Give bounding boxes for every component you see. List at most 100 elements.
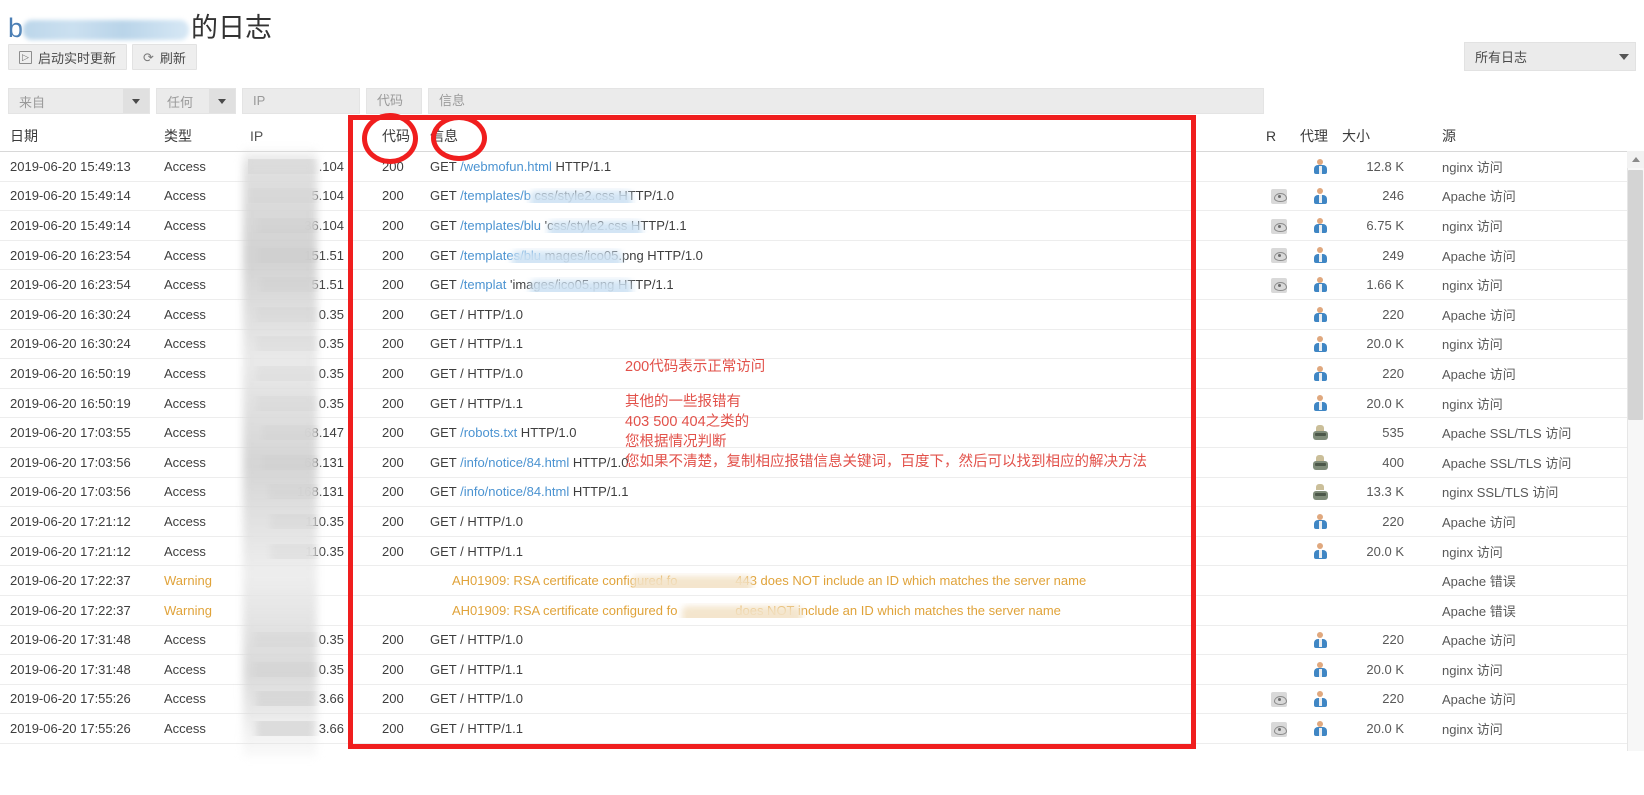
from-chevron-down-icon[interactable]	[123, 89, 149, 113]
cell-ip: 0.35	[248, 336, 348, 352]
cell-type: Access	[164, 691, 206, 707]
message-link[interactable]: /info/notice/84.html	[460, 484, 569, 499]
column-header-code[interactable]: 代码	[360, 126, 422, 146]
eye-icon[interactable]	[1271, 218, 1287, 234]
message-link[interactable]: /webmofun.html	[460, 159, 552, 174]
cell-size: 246	[1382, 188, 1404, 204]
cell-type: Access	[164, 306, 206, 322]
cell-message: GET /templat 'images/ico05.png HTTP/1.1	[422, 277, 1258, 293]
any-chevron-down-icon[interactable]	[209, 89, 235, 113]
table-row[interactable]: 2019-06-20 15:49:14 Access 36.104 200 GET /t…	[0, 211, 1644, 241]
message-link[interactable]: /info/notice/84.html	[460, 455, 569, 470]
cell-size: 220	[1382, 513, 1404, 529]
cell-date: 2019-06-20 17:03:56	[10, 454, 131, 470]
cell-agent	[1300, 691, 1340, 708]
cell-date: 2019-06-20 17:21:12	[10, 543, 131, 559]
column-header-agent[interactable]: 代理	[1300, 126, 1340, 146]
eye-icon[interactable]	[1271, 721, 1287, 737]
cell-type: Access	[164, 158, 206, 174]
column-header-date[interactable]: 日期	[0, 126, 164, 146]
cell-type: Access	[164, 661, 206, 677]
cell-source: nginx 访问	[1442, 278, 1503, 294]
user-agent-icon	[1313, 158, 1328, 175]
cell-ip: 3.66	[248, 721, 348, 737]
scrollbar-thumb[interactable]	[1628, 170, 1643, 420]
column-header-type[interactable]: 类型	[164, 126, 248, 146]
cell-source: nginx 访问	[1442, 218, 1503, 234]
ip-redaction	[268, 484, 314, 500]
scroll-up-button[interactable]	[1627, 151, 1644, 168]
table-row[interactable]: 2019-06-20 16:30:24 Access 0.35 200 GET / HT…	[0, 330, 1644, 360]
table-row[interactable]: 2019-06-20 17:31:48 Access 0.35 200 GET / HT…	[0, 626, 1644, 656]
start-live-update-button[interactable]: ▷ 启动实时更新	[8, 44, 128, 70]
table-row[interactable]: 2019-06-20 16:23:54 Access 151.51 200 GET /t…	[0, 241, 1644, 271]
cell-size: 220	[1382, 691, 1404, 707]
cell-message: GET / HTTP/1.0	[430, 632, 523, 648]
table-row[interactable]: 2019-06-20 17:21:12 Access 110.35 200 GET / …	[0, 537, 1644, 567]
table-row[interactable]: 2019-06-20 16:30:24 Access 0.35 200 GET / HT…	[0, 300, 1644, 330]
cell-size: 535	[1382, 425, 1404, 441]
log-type-select[interactable]: 所有日志	[1464, 42, 1636, 71]
table-row[interactable]: 2019-06-20 17:22:37 Warning AH01909: RSA c…	[0, 566, 1644, 596]
cell-code: 200	[382, 395, 404, 411]
cell-size: 220	[1382, 306, 1404, 322]
from-filter-select[interactable]: 来自	[8, 88, 150, 114]
cell-type: Access	[164, 217, 206, 233]
ip-filter-input[interactable]: IP	[242, 88, 360, 114]
message-link[interactable]: /templates/blu	[460, 218, 541, 233]
cell-r	[1258, 247, 1300, 264]
cell-type: Access	[164, 632, 206, 648]
message-link[interactable]: /robots.txt	[460, 425, 517, 440]
message-redaction	[682, 605, 802, 618]
code-filter-input[interactable]: 代码	[366, 88, 422, 114]
cell-type: Access	[164, 425, 206, 441]
table-row[interactable]: 2019-06-20 17:03:56 Access 168.131 200 GET /…	[0, 478, 1644, 508]
log-type-value: 所有日志	[1475, 50, 1528, 65]
ip-redaction	[270, 543, 314, 559]
table-row[interactable]: 2019-06-20 16:23:54 Access 51.51 200 GET /te…	[0, 270, 1644, 300]
eye-icon[interactable]	[1271, 188, 1287, 204]
user-agent-icon	[1313, 336, 1328, 352]
cell-date: 2019-06-20 16:23:54	[10, 277, 131, 293]
message-redaction	[548, 220, 642, 233]
cell-date: 2019-06-20 17:31:48	[10, 661, 131, 677]
cell-ip: 0.35	[248, 306, 348, 322]
column-header-size[interactable]: 大小	[1340, 126, 1404, 146]
table-row[interactable]: 2019-06-20 17:31:48 Access 0.35 200 GET / HT…	[0, 655, 1644, 685]
table-row[interactable]: 2019-06-20 17:21:12 Access 110.35 200 GET / …	[0, 507, 1644, 537]
column-header-message[interactable]: 信息	[422, 126, 1258, 146]
any-filter-select[interactable]: 任何	[156, 88, 236, 114]
user-agent-icon	[1313, 247, 1328, 263]
bot-agent-icon	[1312, 484, 1328, 500]
cell-r	[1258, 691, 1300, 708]
user-agent-icon	[1313, 395, 1328, 411]
cell-code: 200	[382, 632, 404, 648]
refresh-button[interactable]: ⟳ 刷新	[132, 44, 197, 70]
eye-icon[interactable]	[1271, 277, 1287, 293]
table-row[interactable]: 2019-06-20 15:49:14 Access 5.104 200 GET /te…	[0, 182, 1644, 212]
table-row[interactable]: 2019-06-20 17:55:26 Access 3.66 200 GET / HT…	[0, 685, 1644, 715]
log-table: 日期 类型 IP 代码 信息 R 代理 大小 源 2019-06-20 15:4…	[0, 121, 1644, 744]
table-row[interactable]: 2019-06-20 17:22:37 Warning AH01909: RSA c…	[0, 596, 1644, 626]
table-row[interactable]: 2019-06-20 17:03:55 Access 68.147 200 GET /r…	[0, 418, 1644, 448]
cell-message: GET / HTTP/1.0	[430, 513, 523, 529]
column-header-ip[interactable]: IP	[248, 128, 348, 144]
cell-message: AH01909: RSA certificate configured fo 4…	[422, 573, 1258, 589]
table-row[interactable]: 2019-06-20 15:49:13 Access .104 200 GET /web…	[0, 152, 1644, 182]
message-link[interactable]: /templates/b	[460, 188, 531, 203]
column-header-r[interactable]: R	[1258, 128, 1300, 144]
table-row[interactable]: 2019-06-20 17:55:26 Access 3.66 200 GET / HT…	[0, 714, 1644, 744]
cell-ip: 5.104	[248, 188, 348, 204]
table-row[interactable]: 2019-06-20 16:50:19 Access 0.35 200 GET / HT…	[0, 359, 1644, 389]
cell-agent	[1300, 158, 1340, 175]
cell-agent	[1300, 188, 1340, 205]
table-row[interactable]: 2019-06-20 17:03:56 Access 68.131 200 GET /i…	[0, 448, 1644, 478]
message-filter-input[interactable]: 信息	[428, 88, 1264, 114]
eye-icon[interactable]	[1271, 248, 1287, 264]
eye-icon[interactable]	[1271, 692, 1287, 708]
column-header-source[interactable]: 源	[1404, 126, 1604, 146]
from-filter-label: 来自	[19, 94, 46, 110]
cell-message: GET / HTTP/1.0	[430, 691, 523, 707]
table-row[interactable]: 2019-06-20 16:50:19 Access 0.35 200 GET / HT…	[0, 389, 1644, 419]
message-link[interactable]: /templat	[460, 277, 506, 292]
